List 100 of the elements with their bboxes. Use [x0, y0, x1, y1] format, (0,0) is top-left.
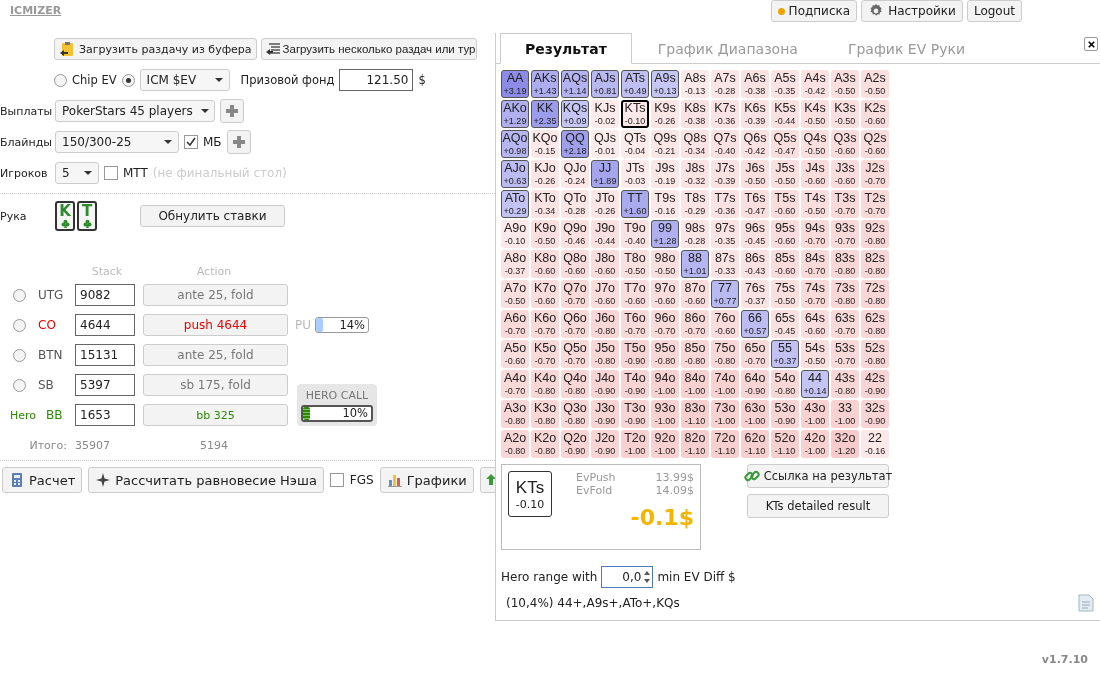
range-cell[interactable]: 76s -0.37: [741, 280, 769, 308]
range-cell[interactable]: 72s -0.80: [861, 280, 889, 308]
range-cell[interactable]: AQs +1.14: [561, 70, 589, 98]
range-cell[interactable]: KTo -0.34: [531, 190, 559, 218]
range-cell[interactable]: 86o -0.70: [681, 310, 709, 338]
detailed-result-button[interactable]: KTs detailed result: [747, 494, 889, 518]
range-bar[interactable]: 14%: [315, 317, 370, 333]
stack-field[interactable]: 9082: [75, 284, 135, 306]
range-cell[interactable]: AJs +0.81: [591, 70, 619, 98]
range-cell[interactable]: J4o -0.90: [591, 370, 619, 398]
range-cell[interactable]: 54s -0.50: [801, 340, 829, 368]
range-cell[interactable]: J3s -0.60: [831, 160, 859, 188]
radio-button[interactable]: [121, 73, 135, 87]
range-cell[interactable]: T9o -0.40: [621, 220, 649, 248]
action-field[interactable]: ante 25, fold: [143, 344, 288, 366]
range-cell[interactable]: A6o -0.70: [501, 310, 529, 338]
min-ev-field[interactable]: 0,0: [601, 566, 654, 588]
range-cell[interactable]: 75s -0.50: [771, 280, 799, 308]
stack-field[interactable]: 4644: [75, 314, 135, 336]
range-cell[interactable]: 93o -1.00: [651, 400, 679, 428]
range-cell[interactable]: J5s -0.50: [771, 160, 799, 188]
range-cell[interactable]: 86s -0.43: [741, 250, 769, 278]
charts-button[interactable]: Графики: [379, 467, 474, 493]
action-field[interactable]: ante 25, fold: [143, 284, 288, 306]
range-cell[interactable]: A9s +0.13: [651, 70, 679, 98]
range-cell[interactable]: Q4o -0.80: [561, 370, 589, 398]
add-button[interactable]: [226, 130, 251, 154]
range-cell[interactable]: Q7s -0.40: [711, 130, 739, 158]
range-cell[interactable]: A5o -0.60: [501, 340, 529, 368]
range-cell[interactable]: 54o -0.80: [771, 370, 799, 398]
range-cell[interactable]: 66 +0.57: [741, 310, 769, 338]
range-cell[interactable]: Q2s -0.60: [861, 130, 889, 158]
range-cell[interactable]: QTo -0.28: [561, 190, 589, 218]
range-cell[interactable]: Q5s -0.47: [771, 130, 799, 158]
range-cell[interactable]: Q9o -0.46: [561, 220, 589, 248]
range-cell[interactable]: Q3s -0.60: [831, 130, 859, 158]
checkbox[interactable]: [329, 473, 344, 487]
range-cell[interactable]: 53s -0.70: [831, 340, 859, 368]
range-cell[interactable]: 43s -0.80: [831, 370, 859, 398]
stack-field[interactable]: 15131: [75, 344, 135, 366]
range-cell[interactable]: K5s -0.44: [771, 100, 799, 128]
calculate-button[interactable]: Расчет: [2, 467, 83, 493]
range-cell[interactable]: T2s -0.70: [861, 190, 889, 218]
range-cell[interactable]: JTs -0.03: [621, 160, 649, 188]
header-button[interactable]: Подписка: [770, 0, 858, 22]
range-cell[interactable]: K4s -0.50: [801, 100, 829, 128]
range-cell[interactable]: Q9s -0.21: [651, 130, 679, 158]
range-cell[interactable]: T2o -1.00: [621, 430, 649, 458]
range-cell[interactable]: T6o -0.70: [621, 310, 649, 338]
range-cell[interactable]: J2s -0.70: [861, 160, 889, 188]
range-cell[interactable]: A6s -0.38: [741, 70, 769, 98]
range-cell[interactable]: Q7o -0.70: [561, 280, 589, 308]
range-cell[interactable]: 74s -0.70: [801, 280, 829, 308]
range-cell[interactable]: 88 +1.01: [681, 250, 709, 278]
range-cell[interactable]: 77 +0.77: [711, 280, 739, 308]
spinner-arrows-icon[interactable]: [643, 569, 652, 585]
range-cell[interactable]: 84s -0.70: [801, 250, 829, 278]
range-cell[interactable]: K2s -0.60: [861, 100, 889, 128]
players-dropdown[interactable]: 5: [55, 162, 99, 184]
range-cell[interactable]: AA +3.19: [501, 70, 529, 98]
range-cell[interactable]: A2o -0.80: [501, 430, 529, 458]
stack-field[interactable]: 5397: [75, 374, 135, 396]
range-cell[interactable]: 82s -0.80: [861, 250, 889, 278]
hero-call-bar[interactable]: 10%: [301, 404, 373, 422]
range-cell[interactable]: ATs +0.49: [621, 70, 649, 98]
range-cell[interactable]: KQo -0.15: [531, 130, 559, 158]
range-cell[interactable]: 62s -0.80: [861, 310, 889, 338]
range-cell[interactable]: 52o -1.10: [771, 430, 799, 458]
close-icon[interactable]: [1084, 37, 1098, 51]
range-cell[interactable]: QJo -0.24: [561, 160, 589, 188]
range-cell[interactable]: Q4s -0.50: [801, 130, 829, 158]
export-button[interactable]: [479, 467, 495, 493]
reset-button[interactable]: Обнулить ставки: [140, 205, 285, 227]
range-cell[interactable]: J9o -0.44: [591, 220, 619, 248]
range-cell[interactable]: KTs -0.10: [621, 100, 649, 128]
range-cell[interactable]: A8o -0.37: [501, 250, 529, 278]
range-cell[interactable]: T4o -0.90: [621, 370, 649, 398]
range-cell[interactable]: 65s -0.45: [771, 310, 799, 338]
range-cell[interactable]: 94s -0.70: [801, 220, 829, 248]
range-cell[interactable]: 73o -1.00: [711, 400, 739, 428]
range-cell[interactable]: K3o -0.80: [531, 400, 559, 428]
range-cell[interactable]: Q5o -0.70: [561, 340, 589, 368]
range-cell[interactable]: 87o -0.60: [681, 280, 709, 308]
range-cell[interactable]: T7o -0.60: [621, 280, 649, 308]
blinds-dropdown[interactable]: 150/300-25: [55, 131, 179, 153]
range-cell[interactable]: A7s -0.28: [711, 70, 739, 98]
header-button[interactable]: Logout: [966, 0, 1022, 22]
add-button[interactable]: [220, 99, 244, 123]
stack-field[interactable]: 1653: [75, 404, 135, 426]
range-cell[interactable]: K8s -0.38: [681, 100, 709, 128]
range-cell[interactable]: 85s -0.60: [771, 250, 799, 278]
range-cell[interactable]: 99 +1.28: [651, 220, 679, 248]
range-cell[interactable]: QTs -0.04: [621, 130, 649, 158]
tab[interactable]: Результат: [500, 33, 632, 64]
range-cell[interactable]: 82o -1.10: [681, 430, 709, 458]
range-cell[interactable]: Q8o -0.60: [561, 250, 589, 278]
range-cell[interactable]: 72o -1.10: [711, 430, 739, 458]
range-cell[interactable]: J6s -0.50: [741, 160, 769, 188]
range-cell[interactable]: T4s -0.50: [801, 190, 829, 218]
range-cell[interactable]: K6o -0.70: [531, 310, 559, 338]
